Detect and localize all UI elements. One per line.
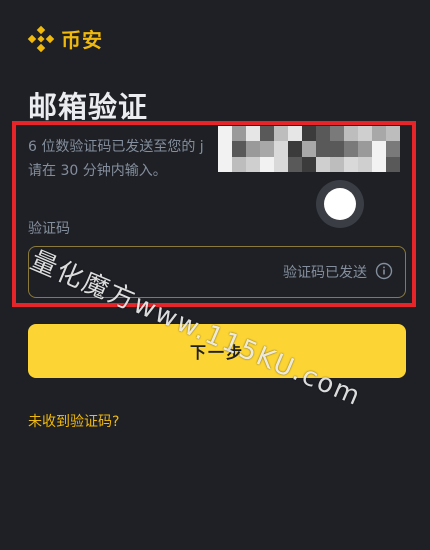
highlight-box <box>12 121 416 307</box>
brand-name: 币安 <box>61 28 103 52</box>
binance-logo-icon <box>27 25 55 53</box>
page-title: 邮箱验证 <box>28 90 149 124</box>
no-code-link[interactable]: 未收到验证码? <box>28 411 119 431</box>
next-button[interactable]: 下一步 <box>28 324 406 378</box>
brand-header: 币安 <box>27 24 103 53</box>
